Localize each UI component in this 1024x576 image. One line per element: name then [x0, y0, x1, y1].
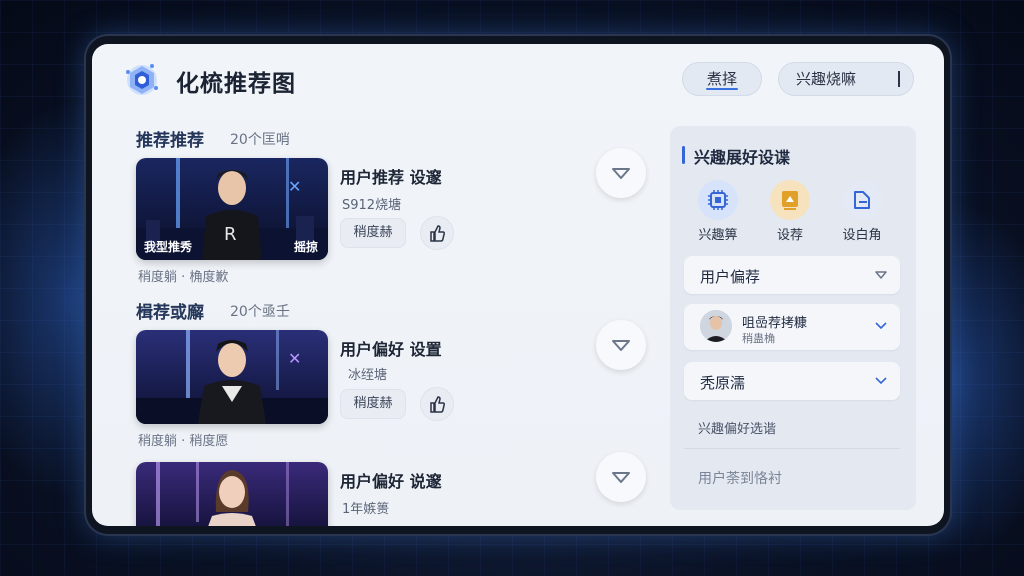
user-preference-dropdown[interactable]: 用户偏荐	[684, 256, 900, 294]
chevron-down-icon	[875, 322, 887, 330]
divider	[684, 448, 900, 449]
triangle-down-icon	[612, 340, 630, 351]
tag-button-1[interactable]: 稍度赫	[340, 218, 406, 248]
avatar	[700, 310, 732, 342]
share-button-2[interactable]	[420, 387, 454, 421]
item-meta-2: 稍度躺 · 稍度愿	[138, 434, 229, 449]
triangle-down-icon	[612, 168, 630, 179]
item-subtitle-3: 1年嫉篑	[342, 502, 390, 517]
svg-text:✕: ✕	[288, 177, 301, 196]
system-dropdown[interactable]: 秃原濡	[684, 362, 900, 400]
section-title-1: 推荐推荐	[136, 131, 204, 151]
user-name: 咀嵒荐拷糠	[742, 316, 808, 331]
thumb-label-left: 我型推秀	[144, 240, 193, 254]
user-preference-label: 用户偏荐	[700, 268, 761, 286]
select-button[interactable]: 煮择	[682, 62, 762, 96]
edit-icon[interactable]	[842, 180, 882, 220]
dropdown-button-1[interactable]	[596, 148, 646, 198]
bar-icon	[898, 71, 900, 87]
panel-text-1[interactable]: 兴趣偏好选谐	[698, 418, 776, 437]
device-icon[interactable]	[770, 180, 810, 220]
interest-button-label: 兴趣烧嘛	[796, 70, 857, 88]
thumb-up-icon	[430, 225, 445, 242]
dropdown-button-2[interactable]	[596, 320, 646, 370]
chevron-down-icon	[875, 377, 887, 385]
section-count-2: 20个亟壬	[230, 304, 290, 320]
triangle-down-icon	[875, 271, 887, 279]
item-title-1: 用户推荐 设邃	[340, 168, 442, 187]
icon-label-3: 设白角	[842, 228, 882, 243]
item-subtitle-1: S912烧塘	[342, 198, 402, 213]
share-button-1[interactable]	[420, 216, 454, 250]
system-label: 秃原濡	[700, 374, 746, 392]
user-card[interactable]: 咀嵒荐拷糠 稍蛊桷	[684, 304, 900, 350]
svg-text:R: R	[224, 224, 237, 245]
thumbnail-1[interactable]: R ✕ 我型推秀 摇掠	[136, 158, 328, 260]
panel-text-2[interactable]: 用户荼到恪衬	[698, 468, 782, 488]
app-title: 化梳推荐图	[176, 71, 296, 97]
svg-text:✕: ✕	[288, 349, 301, 368]
section-count-1: 20个匡哨	[230, 132, 290, 148]
icon-label-2: 设荐	[776, 228, 803, 243]
thumbnail-2[interactable]: ✕	[136, 330, 328, 424]
chip-icon[interactable]	[698, 180, 738, 220]
triangle-down-icon	[612, 472, 630, 483]
thumbnail-3[interactable]	[136, 462, 328, 526]
interest-button[interactable]: 兴趣烧嘛	[778, 62, 914, 96]
dropdown-button-3[interactable]	[596, 452, 646, 502]
interest-settings-panel: 兴趣展好设谍 兴趣箅 设荐 设白角 用户偏荐 咀嵒荐拷糠 稍蛊桷 秃原濡 兴趣偏…	[670, 126, 916, 510]
panel-title: 兴趣展好设谍	[682, 144, 790, 168]
thumb-label-right: 摇掠	[293, 240, 318, 254]
item-subtitle-2: 冰绖塘	[348, 368, 388, 383]
app-screen: 化梳推荐图 煮择 兴趣烧嘛 推荐推荐 20个匡哨 R ✕ 我型推秀 摇掠 用户推…	[92, 44, 944, 526]
thumb-up-icon	[430, 396, 445, 413]
item-title-3: 用户偏好 说邃	[340, 472, 442, 491]
user-subtitle: 稍蛊桷	[742, 332, 775, 345]
item-meta-1: 稍度躺 · 桷度歉	[138, 270, 229, 285]
section-title-2: 楫荐或廨	[136, 303, 204, 323]
header: 化梳推荐图 煮择 兴趣烧嘛	[92, 44, 944, 114]
tag-button-2[interactable]: 稍度赫	[340, 389, 406, 419]
item-title-2: 用户偏好 设置	[340, 340, 442, 359]
icon-label-1: 兴趣箅	[698, 228, 738, 243]
logo-icon	[122, 60, 162, 100]
